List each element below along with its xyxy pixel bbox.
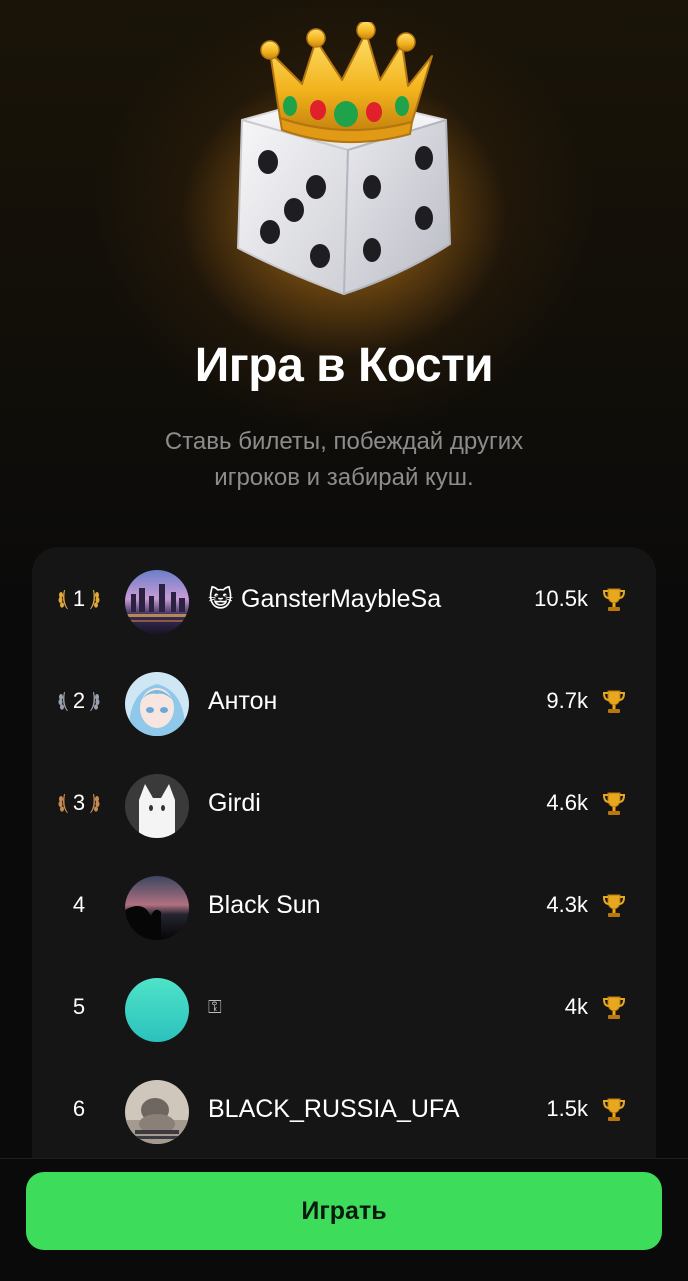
leaderboard-row[interactable]: 2 Антон 9.7k — [32, 651, 656, 751]
player-score: 9.7k — [546, 688, 588, 713]
rank-badge: 1 — [46, 549, 112, 649]
play-button[interactable]: Играть — [26, 1172, 662, 1250]
avatar — [125, 876, 189, 940]
player-score: 4k — [564, 994, 588, 1019]
trophy-icon — [602, 996, 626, 1019]
page-title: Игра в Кости — [194, 339, 494, 392]
leaderboard-row[interactable]: 6 BLACK_RUSSIA_UFA 1.5k — [32, 1059, 656, 1159]
player-score: 4.6k — [546, 790, 588, 815]
trophy-icon — [602, 588, 626, 611]
rank-number: 5 — [72, 994, 86, 1019]
player-score: 10.5k — [534, 586, 588, 611]
laurel-left-icon — [58, 590, 68, 609]
avatar — [125, 672, 189, 736]
player-name: Black Sun — [208, 855, 321, 955]
player-name: 😺 GansterMaybleSa — [208, 549, 441, 649]
rank-badge: 2 — [46, 651, 112, 751]
player-name-text: GansterMaybleSa — [241, 584, 442, 613]
player-name: BLACK_RUSSIA_UFA — [208, 1059, 460, 1159]
leaderboard-row[interactable]: 3 Girdi 4.6k — [32, 753, 656, 853]
rank-number: 2 — [72, 688, 86, 713]
rank-number: 3 — [72, 790, 86, 815]
player-name-text: BLACK_RUSSIA_UFA — [208, 1094, 460, 1123]
avatar — [125, 774, 189, 838]
player-name: Антон — [208, 651, 277, 751]
laurel-right-icon — [90, 692, 100, 711]
laurel-right-icon — [90, 590, 100, 609]
dice-crown-icon — [237, 22, 451, 295]
player-name-text: Black Sun — [208, 890, 321, 919]
player-name: Girdi — [208, 753, 261, 853]
rank-badge: 5 — [46, 957, 112, 1057]
laurel-left-icon — [58, 794, 68, 813]
player-emoji: 😺 — [208, 585, 234, 613]
avatar — [125, 570, 189, 634]
laurel-left-icon — [58, 692, 68, 711]
page-subtitle: Ставь билеты, побеждай других игроков и … — [110, 424, 578, 496]
player-name-text: Girdi — [208, 788, 261, 817]
player-name: ⚿ — [208, 957, 222, 1057]
subtitle-line-1: Ставь билеты, побеждай других — [164, 428, 524, 455]
leaderboard-row[interactable]: 1 😺 GansterMaybleSa 10.5k — [32, 549, 656, 649]
leaderboard-row[interactable]: 4 Black Sun 4.3k — [32, 855, 656, 955]
trophy-icon — [602, 1098, 626, 1121]
trophy-icon — [602, 792, 626, 815]
avatar — [125, 1080, 189, 1144]
subtitle-line-2: игроков и забирай куш. — [214, 464, 474, 491]
avatar — [125, 978, 189, 1042]
rank-badge: 6 — [46, 1059, 112, 1159]
player-score: 4.3k — [546, 892, 588, 917]
laurel-right-icon — [90, 794, 100, 813]
rank-number: 4 — [72, 892, 86, 917]
rank-number: 1 — [72, 586, 86, 611]
rank-number: 6 — [72, 1096, 86, 1121]
player-score: 1.5k — [546, 1096, 588, 1121]
rank-badge: 3 — [46, 753, 112, 853]
rank-badge: 4 — [46, 855, 112, 955]
trophy-icon — [602, 690, 626, 713]
leaderboard-row[interactable]: 5 ⚿ 4k — [32, 957, 656, 1057]
player-name-text: Антон — [208, 686, 278, 715]
leaderboard: 1 😺 GansterMaybleSa 10.5k 2 Антон 9.7k 3… — [32, 547, 656, 1187]
player-name-text: ⚿ — [208, 996, 222, 1017]
trophy-icon — [602, 894, 626, 917]
